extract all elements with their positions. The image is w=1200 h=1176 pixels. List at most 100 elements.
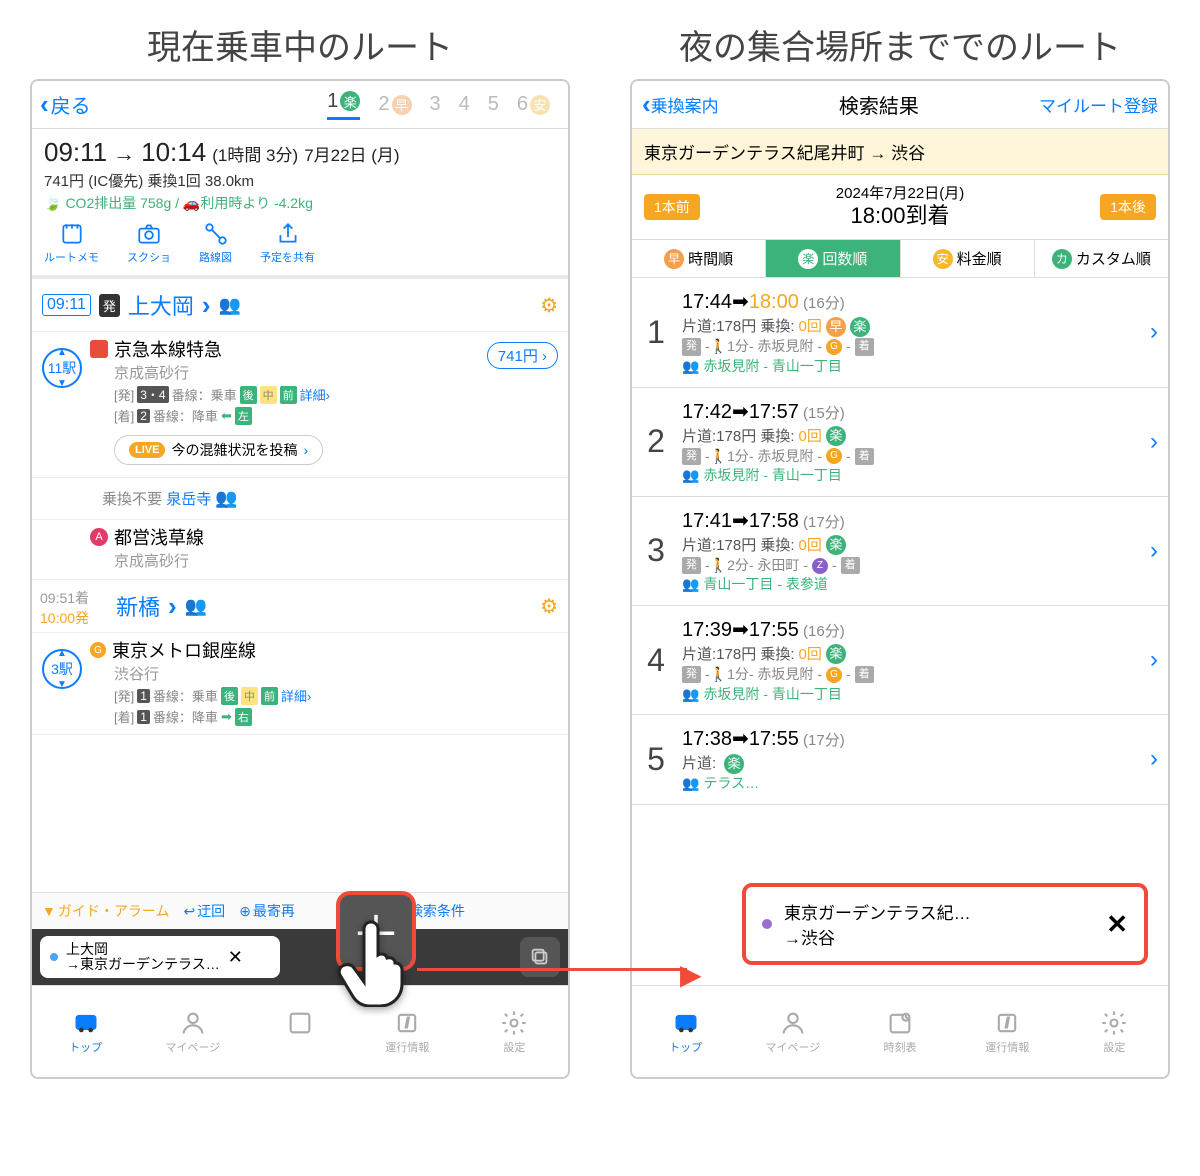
nav-settings[interactable]: 設定 — [1061, 986, 1168, 1077]
prev-train-button[interactable]: 1本前 — [644, 194, 700, 220]
result-row[interactable]: 4 17:39➡17:55 (16分) 片道:178円 乗換:0回 楽 発-🚶1… — [632, 606, 1168, 715]
results-list[interactable]: 1 17:44➡18:00 (16分) 片道:178円 乗換:0回 早楽 発-🚶… — [632, 278, 1168, 985]
close-icon[interactable]: ✕ — [1106, 909, 1128, 940]
line-icon-ginza: G — [90, 642, 106, 658]
header-right: ‹乗換案内 検索結果 マイルート登録 — [632, 81, 1168, 129]
segment-1: ▲11駅▼ 京急本線特急 京成高砂行 [発]3・4番線：乗車後中前詳細› [着]… — [32, 332, 568, 478]
detail-link[interactable]: 詳細› — [300, 385, 330, 404]
bottom-tools: ▼ガイド・アラーム ↩ 迂回 ⊕ 最寄再 検索条件 — [32, 892, 568, 929]
transfer-row: 乗換不要 泉岳寺 👥 — [32, 478, 568, 520]
people-icon: 👥 — [219, 295, 241, 316]
raku-icon: 楽 — [826, 535, 846, 555]
detail-link[interactable]: 詳細› — [281, 686, 311, 705]
chevron-right-icon: › — [1150, 428, 1158, 456]
datetime-button[interactable]: 2024年7月22日(月)18:00到着 — [700, 185, 1100, 229]
line-icon-hanzomon: Z — [812, 558, 828, 574]
raku-icon: 楽 — [826, 426, 846, 446]
line-icon-asakusa: A — [90, 528, 108, 546]
station-1[interactable]: 09:11 発 上大岡 › 👥 ⚙ — [32, 279, 568, 332]
raku-icon: 楽 — [724, 754, 744, 774]
result-number: 4 — [642, 642, 670, 679]
result-number: 2 — [642, 423, 670, 460]
gear-icon[interactable]: ⚙ — [540, 293, 558, 318]
cond-button[interactable]: 検索条件 — [409, 901, 465, 921]
stops-badge-2[interactable]: ▲3駅▼ — [42, 649, 82, 689]
nav-mypage[interactable]: マイページ — [739, 986, 846, 1077]
chevron-right-icon: › — [1150, 745, 1158, 773]
gear-icon[interactable]: ⚙ — [540, 594, 558, 619]
result-row[interactable]: 1 17:44➡18:00 (16分) 片道:178円 乗換:0回 早楽 発-🚶… — [632, 278, 1168, 387]
nav-settings[interactable]: 設定 — [461, 986, 568, 1077]
tool-map[interactable]: 路線図 — [199, 221, 232, 265]
people-icon: 👥 — [682, 466, 699, 486]
nav-live[interactable]: i運行情報 — [954, 986, 1061, 1077]
haya-icon: 早 — [826, 317, 846, 337]
route-body[interactable]: 09:11 発 上大岡 › 👥 ⚙ ▲11駅▼ 京急本線特急 京成高砂行 [発]… — [32, 279, 568, 892]
people-icon: 👥 — [682, 774, 699, 794]
segment-1b: A都営浅草線 京成高砂行 — [32, 520, 568, 580]
chevron-left-icon: ‹ — [40, 89, 49, 120]
sort-time[interactable]: 早時間順 — [632, 240, 766, 277]
tab-4[interactable]: 4 — [459, 93, 470, 116]
chevron-right-icon: › — [1150, 537, 1158, 565]
segment-2: ▲3駅▼ G東京メトロ銀座線 渋谷行 [発]1番線：乗車後中前詳細› [着]1番… — [32, 633, 568, 735]
sort-count[interactable]: 楽回数順 — [766, 240, 900, 277]
leaf-icon: 🍃 — [44, 195, 61, 212]
nav-timetable[interactable]: 時刻表 — [846, 986, 953, 1077]
nav-top[interactable]: トップ — [632, 986, 739, 1077]
browser-tab-bar: 上大岡→東京ガーデンテラス… ✕ — [32, 929, 568, 985]
query-bar: 東京ガーデンテラス紀尾井町 → 渋谷 — [632, 129, 1168, 175]
line-icon-ginza: G — [826, 339, 842, 355]
register-route-button[interactable]: マイルート登録 — [1039, 92, 1158, 117]
chevron-right-icon: › — [168, 591, 177, 622]
tab-5[interactable]: 5 — [488, 93, 499, 116]
date-bar: 1本前 2024年7月22日(月)18:00到着 1本後 — [632, 175, 1168, 240]
live-button[interactable]: LIVE今の混雑状況を投稿› — [114, 435, 323, 465]
alarm-button[interactable]: ▼ガイド・アラーム — [42, 901, 169, 921]
fare-bubble[interactable]: 741円 › — [487, 342, 558, 369]
tool-memo[interactable]: ルートメモ — [44, 221, 99, 265]
pointer-hand-icon — [332, 917, 412, 1023]
route-tabs: 1楽 2早 3 4 5 6安 — [327, 90, 550, 120]
tab-1[interactable]: 1楽 — [327, 90, 360, 120]
nav-tabbar-right: トップ マイページ 時刻表 i運行情報 設定 — [632, 985, 1168, 1077]
people-icon: 👥 — [185, 596, 207, 617]
back-button-r[interactable]: ‹乗換案内 — [642, 89, 719, 120]
stops-badge-1[interactable]: ▲11駅▼ — [42, 348, 82, 388]
new-tab-overlay[interactable]: 東京ガーデンテラス紀…→渋谷 ✕ — [742, 883, 1148, 965]
route-summary: 09:11→10:14(1時間 3分)7月22日 (月) 741円 (IC優先)… — [32, 129, 568, 279]
chevron-right-icon: › — [202, 290, 211, 321]
tab-dot-icon — [50, 953, 58, 961]
tab-2[interactable]: 2早 — [378, 93, 411, 116]
header-left: ‹戻る 1楽 2早 3 4 5 6安 — [32, 81, 568, 129]
station-2[interactable]: 09:51着10:00発 新橋 › 👥 ⚙ — [32, 580, 568, 633]
result-row[interactable]: 5 17:38➡17:55 (17分) 片道: 楽 👥テラス… › — [632, 715, 1168, 805]
sort-bar: 早時間順 楽回数順 安料金順 カカスタム順 — [632, 240, 1168, 278]
chevron-right-icon: › — [1150, 318, 1158, 346]
sort-custom[interactable]: カカスタム順 — [1035, 240, 1168, 277]
close-tab-icon[interactable]: ✕ — [228, 947, 243, 968]
detour-button[interactable]: ↩ 迂回 — [183, 901, 225, 921]
raku-icon: 楽 — [340, 91, 360, 111]
tab-6[interactable]: 6安 — [517, 93, 550, 116]
tool-screenshot[interactable]: スクショ — [127, 221, 171, 265]
tab-3[interactable]: 3 — [430, 93, 441, 116]
arrow-head-icon: ▶ — [680, 958, 702, 991]
nav-mypage[interactable]: マイページ — [139, 986, 246, 1077]
nav-top[interactable]: トップ — [32, 986, 139, 1077]
result-row[interactable]: 3 17:41➡17:58 (17分) 片道:178円 乗換:0回 楽 発-🚶2… — [632, 497, 1168, 606]
tool-share[interactable]: 予定を共有 — [260, 221, 315, 265]
rerun-button[interactable]: ⊕ 最寄再 — [239, 901, 295, 921]
chevron-right-icon: › — [1150, 646, 1158, 674]
result-row[interactable]: 2 17:42➡17:57 (15分) 片道:178円 乗換:0回 楽 発-🚶1… — [632, 388, 1168, 497]
browser-tab[interactable]: 上大岡→東京ガーデンテラス… ✕ — [40, 936, 280, 979]
svg-text:i: i — [1006, 1014, 1010, 1030]
tab-dot-icon — [762, 919, 772, 929]
sort-fare[interactable]: 安料金順 — [901, 240, 1035, 277]
tabs-overview-button[interactable] — [520, 937, 560, 977]
annotation-arrow — [417, 968, 687, 971]
back-button[interactable]: ‹戻る — [40, 89, 91, 120]
next-train-button[interactable]: 1本後 — [1100, 194, 1156, 220]
title-right: 夜の集合場所まででのルート — [630, 20, 1170, 69]
line-icon-ginza: G — [826, 448, 842, 464]
